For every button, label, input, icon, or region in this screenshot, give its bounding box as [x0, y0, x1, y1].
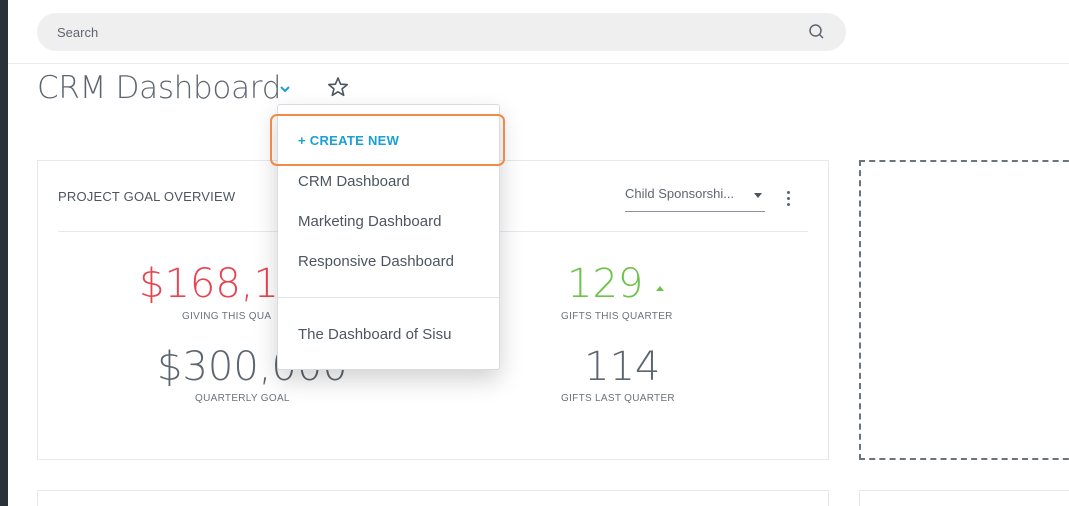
metric-label-giving: GIVING THIS QUA — [182, 311, 272, 322]
search-bar[interactable]: Search — [37, 13, 846, 51]
metric-label-gifts-this: GIFTS THIS QUARTER — [561, 311, 673, 322]
menu-item-responsive-dashboard[interactable]: Responsive Dashboard — [298, 253, 454, 270]
project-filter-select[interactable]: Child Sponsorshi... — [625, 183, 765, 212]
card-title: PROJECT GOAL OVERVIEW — [58, 189, 236, 204]
menu-item-marketing-dashboard[interactable]: Marketing Dashboard — [298, 213, 441, 230]
widget-card — [859, 490, 1069, 506]
menu-item-crm-dashboard[interactable]: CRM Dashboard — [298, 173, 410, 190]
highlight-box — [270, 114, 505, 166]
search-input[interactable]: Search — [57, 25, 98, 40]
metric-label-gifts-last: GIFTS LAST QUARTER — [561, 393, 675, 404]
trend-up-icon — [656, 286, 664, 291]
page-title: CRM Dashboard — [37, 70, 282, 106]
metric-label-goal: QUARTERLY GOAL — [195, 393, 290, 404]
select-value: Child Sponsorshi... — [625, 186, 735, 201]
metric-value-gifts-this: 129 — [567, 261, 644, 307]
divider — [278, 297, 499, 298]
more-options-icon[interactable] — [785, 191, 791, 209]
search-icon[interactable] — [808, 23, 826, 41]
top-bar: Search — [8, 0, 1069, 64]
add-widget-placeholder[interactable] — [859, 160, 1069, 460]
menu-item-dashboard-of-sisu[interactable]: The Dashboard of Sisu — [298, 326, 451, 343]
metric-value-gifts-last: 114 — [584, 344, 661, 390]
star-icon[interactable] — [327, 76, 349, 98]
widget-card — [37, 490, 829, 506]
chevron-down-icon[interactable] — [278, 82, 292, 96]
caret-down-icon — [754, 193, 762, 198]
left-nav-strip — [0, 0, 8, 506]
